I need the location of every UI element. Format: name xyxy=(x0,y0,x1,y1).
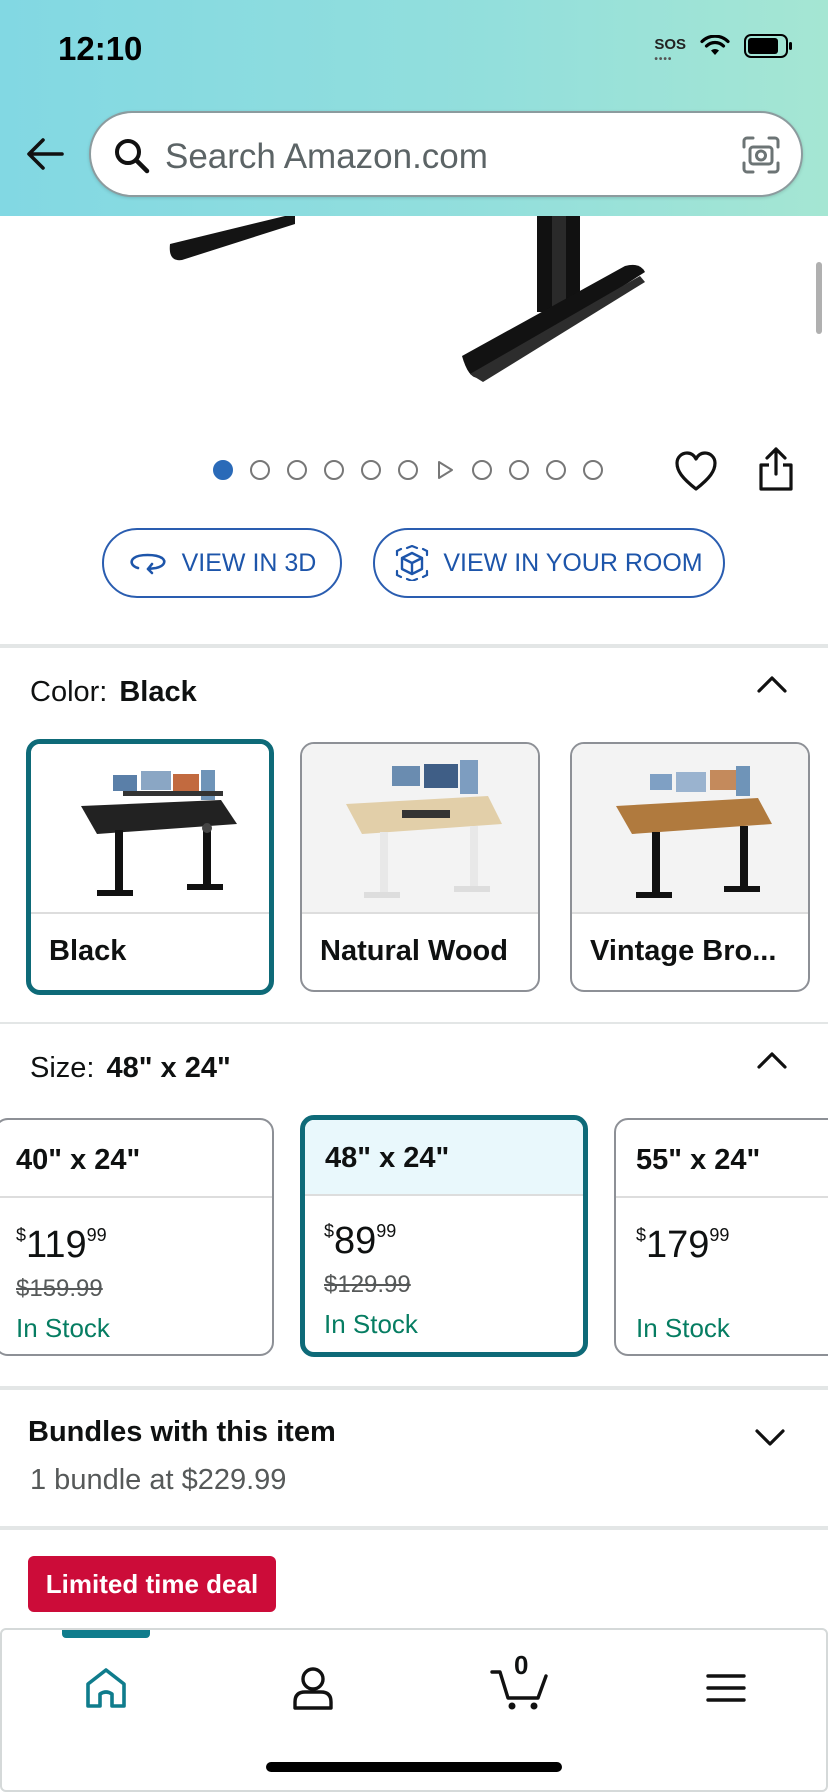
size-option-40x24[interactable]: 40" x 24" $11999 $159.99 In Stock xyxy=(0,1118,274,1356)
battery-icon xyxy=(744,34,792,58)
ar-cube-icon xyxy=(396,545,429,581)
color-option-vintage-brown[interactable]: Vintage Bro... xyxy=(570,742,810,992)
view-in-room-label: VIEW IN YOUR ROOM xyxy=(443,548,703,577)
back-arrow-icon[interactable] xyxy=(24,133,66,175)
view-in-room-button[interactable]: VIEW IN YOUR ROOM xyxy=(373,528,725,598)
pager-dot[interactable] xyxy=(472,460,492,480)
pager-dot[interactable] xyxy=(546,460,566,480)
divider xyxy=(0,644,828,648)
pager-dot[interactable] xyxy=(509,460,529,480)
share-icon[interactable] xyxy=(756,446,796,492)
image-pager[interactable] xyxy=(213,460,603,480)
view-in-3d-label: VIEW IN 3D xyxy=(181,548,317,577)
search-placeholder: Search Amazon.com xyxy=(165,137,488,176)
size-name: 40" x 24" xyxy=(0,1120,272,1198)
bundles-title[interactable]: Bundles with this item xyxy=(28,1416,336,1449)
account-icon[interactable] xyxy=(289,1664,337,1712)
home-icon[interactable] xyxy=(82,1664,130,1712)
size-stock: In Stock xyxy=(636,1313,730,1343)
chevron-down-icon[interactable] xyxy=(754,1428,786,1448)
home-indicator xyxy=(266,1762,562,1772)
chevron-up-icon[interactable] xyxy=(756,674,788,694)
video-play-icon[interactable] xyxy=(435,460,455,480)
size-option-48x24[interactable]: 48" x 24" $8999 $129.99 In Stock xyxy=(300,1115,588,1357)
pager-dot[interactable] xyxy=(398,460,418,480)
pager-dot[interactable] xyxy=(287,460,307,480)
camera-search-icon[interactable] xyxy=(741,135,781,175)
limited-deal-badge: Limited time deal xyxy=(28,1556,276,1612)
size-selected-value: 48" x 24" xyxy=(106,1052,231,1084)
pager-dot[interactable] xyxy=(583,460,603,480)
size-stock: In Stock xyxy=(16,1313,110,1343)
cart-count: 0 xyxy=(514,1650,529,1680)
heart-icon[interactable] xyxy=(674,450,718,492)
page-scrollbar[interactable] xyxy=(816,262,822,334)
size-stock: In Stock xyxy=(324,1309,418,1339)
pager-dot[interactable] xyxy=(250,460,270,480)
size-price: $8999 xyxy=(324,1220,397,1262)
color-option-black[interactable]: Black xyxy=(26,739,274,995)
nav-active-indicator xyxy=(62,1630,150,1638)
app-header: 12:10 SOS •••• Search Amazon.com xyxy=(0,0,828,216)
size-list-price: $159.99 xyxy=(16,1275,103,1302)
size-name: 48" x 24" xyxy=(305,1120,583,1196)
divider xyxy=(0,1526,828,1530)
desk-legs-image xyxy=(169,216,645,382)
view-in-3d-button[interactable]: VIEW IN 3D xyxy=(102,528,342,598)
product-image[interactable] xyxy=(0,216,828,396)
swatch-name: Vintage Bro... xyxy=(590,935,777,967)
size-price: $17999 xyxy=(636,1224,730,1266)
bundles-subtitle: 1 bundle at $229.99 xyxy=(30,1464,287,1496)
search-input[interactable]: Search Amazon.com xyxy=(89,111,803,197)
search-icon xyxy=(115,139,150,174)
size-name: 55" x 24" xyxy=(616,1120,828,1198)
sos-indicator: SOS •••• xyxy=(654,35,686,65)
size-price: $11999 xyxy=(16,1224,107,1266)
color-label: Color: Black xyxy=(30,676,197,708)
color-selected-value: Black xyxy=(119,676,197,708)
size-label: Size: 48" x 24" xyxy=(30,1052,231,1084)
swatch-name: Black xyxy=(49,935,127,967)
swatch-image xyxy=(31,744,269,914)
chevron-up-icon[interactable] xyxy=(756,1050,788,1070)
swatch-image xyxy=(572,744,808,914)
divider xyxy=(0,1022,828,1024)
status-icons: SOS •••• xyxy=(654,34,794,65)
pager-dot[interactable] xyxy=(361,460,381,480)
size-option-55x24[interactable]: 55" x 24" $17999 In Stock xyxy=(614,1118,828,1356)
size-list-price: $129.99 xyxy=(324,1271,411,1298)
divider xyxy=(0,1386,828,1390)
swatch-name: Natural Wood xyxy=(320,935,508,967)
color-option-natural-wood[interactable]: Natural Wood xyxy=(300,742,540,992)
pager-dot-active[interactable] xyxy=(213,460,233,480)
pager-dot[interactable] xyxy=(324,460,344,480)
swatch-image xyxy=(302,744,538,914)
rotate-3d-icon xyxy=(130,553,166,575)
menu-icon[interactable] xyxy=(702,1664,750,1712)
status-time: 12:10 xyxy=(58,30,143,67)
wifi-icon xyxy=(700,35,730,55)
